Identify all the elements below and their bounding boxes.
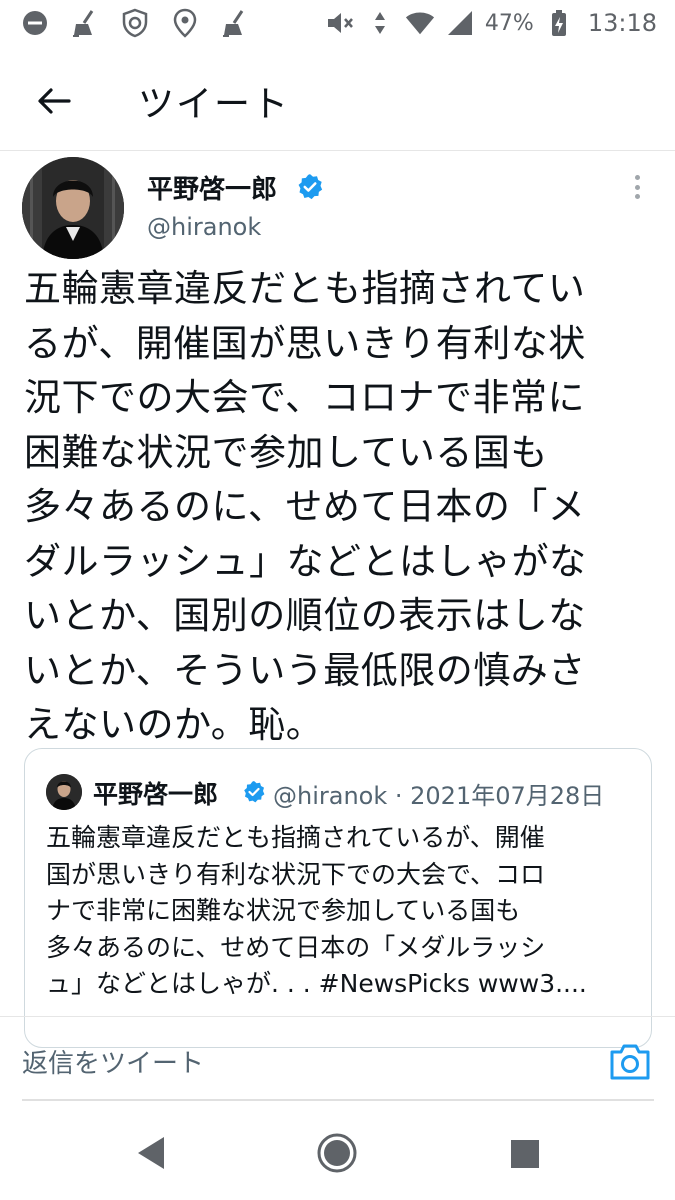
reply-divider [0, 1016, 675, 1017]
battery-charging-icon [544, 8, 574, 38]
signal-icon [445, 8, 475, 38]
broom-icon [70, 8, 100, 38]
nav-back-icon[interactable] [134, 1134, 168, 1172]
verified-badge-icon [298, 174, 323, 200]
status-left-icons [20, 8, 250, 38]
system-nav-bar [0, 1110, 675, 1200]
data-arrows-icon [365, 8, 395, 38]
mute-icon [325, 8, 355, 38]
header-divider [0, 150, 675, 151]
nav-home-icon[interactable] [316, 1132, 358, 1174]
author-handle[interactable]: @hiranok [147, 213, 261, 241]
more-dot [634, 175, 640, 180]
tweet-text: 五輪憲章違反だとも指摘されてい るが、開催国が思いきり有利な状 況下での大会で、… [24, 267, 587, 746]
broom-icon [220, 8, 250, 38]
nav-recents-icon[interactable] [509, 1138, 541, 1170]
quoted-tweet-card[interactable]: 平野啓一郎 @hiranok · 2021年07月28日 五輪憲章違反だとも指摘… [24, 748, 652, 1048]
page-title: ツイート [138, 84, 291, 125]
quoted-author-name: 平野啓一郎 [93, 780, 219, 809]
avatar[interactable] [22, 157, 124, 259]
status-right-icons: 47% 13:18 [325, 8, 657, 38]
camera-button[interactable] [608, 1042, 652, 1082]
quoted-tweet-text: 五輪憲章違反だとも指摘されているが、開催 国が思いきり有利な状況下での大会で、コ… [46, 823, 587, 998]
more-dot [634, 184, 640, 190]
reply-underline [22, 1099, 654, 1101]
quoted-handle-date: @hiranok · 2021年07月28日 [273, 782, 605, 810]
battery-percent: 47% [484, 10, 534, 36]
clock: 13:18 [587, 9, 657, 37]
more-options-button[interactable] [626, 172, 648, 202]
location-icon [170, 8, 200, 38]
camera-icon [610, 1044, 650, 1080]
minus-circle-icon [20, 8, 50, 38]
shield-icon [120, 8, 150, 38]
back-button[interactable] [32, 79, 76, 123]
arrow-left-icon [38, 88, 71, 114]
top-app-bar: ツイート [0, 55, 675, 147]
reply-input[interactable]: 返信をツイート [22, 1043, 204, 1080]
status-bar: 47% 13:18 [0, 0, 675, 48]
quoted-avatar [46, 774, 82, 810]
author-name[interactable]: 平野啓一郎 [147, 169, 277, 206]
verified-badge-icon [244, 781, 265, 803]
more-dot [634, 194, 640, 199]
wifi-icon [405, 8, 435, 38]
